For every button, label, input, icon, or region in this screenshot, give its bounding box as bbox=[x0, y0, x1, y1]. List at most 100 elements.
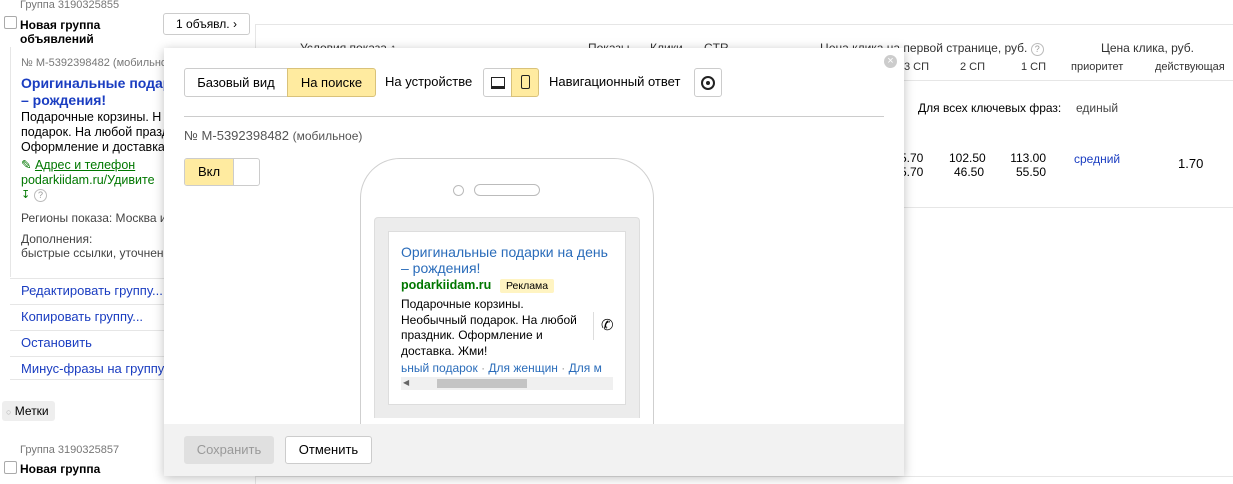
help-icon[interactable]: ? bbox=[34, 189, 47, 202]
preview-text-line: Необычный подарок. На любой bbox=[401, 312, 577, 327]
display-url: podarkiidam.ru/Удивите bbox=[21, 173, 155, 187]
preview-text-line: праздник. Оформление и bbox=[401, 328, 543, 342]
divider bbox=[255, 476, 1233, 477]
download-icon: ↧ bbox=[21, 189, 31, 201]
laptop-icon bbox=[490, 77, 505, 89]
ad-badge: Реклама bbox=[500, 279, 555, 293]
toggle-label: Вкл bbox=[185, 159, 234, 185]
tab-on-search[interactable]: На поиске bbox=[287, 68, 376, 97]
separator: · bbox=[561, 361, 566, 375]
ad-number-value: № M-5392398482 bbox=[184, 128, 290, 143]
group2-checkbox[interactable] bbox=[4, 461, 17, 474]
preview-title-line: Оригинальные подарки на день bbox=[401, 244, 608, 260]
nav-answer-label: Навигационный ответ bbox=[549, 74, 681, 89]
cell-value: 113.00 bbox=[1010, 151, 1046, 165]
chevron-right-icon: › bbox=[232, 17, 237, 31]
help-icon[interactable]: ? bbox=[1030, 43, 1044, 56]
cell-value: 55.50 bbox=[1015, 165, 1046, 179]
speaker-icon bbox=[474, 184, 540, 196]
ad-number: № M-5392398482 (мобильное) bbox=[184, 128, 362, 143]
divider bbox=[184, 116, 884, 117]
header-priority: приоритет bbox=[1071, 61, 1124, 73]
preview-text-line: доставка. Жми! bbox=[401, 343, 488, 358]
tags-label: Метки bbox=[14, 404, 49, 418]
on-off-toggle[interactable]: Вкл bbox=[184, 158, 260, 186]
menu-minus-phrases[interactable]: Минус-фразы на группу bbox=[10, 356, 165, 380]
device-desktop-button[interactable] bbox=[483, 68, 512, 97]
cell-sp1: 113.00 55.50 bbox=[1008, 151, 1046, 179]
sitelink[interactable]: ьный подарок bbox=[401, 361, 478, 375]
group-title[interactable]: Новая группа объявлений bbox=[20, 18, 100, 46]
group-checkbox[interactable] bbox=[4, 16, 17, 29]
header-sp2: 2 СП bbox=[960, 61, 986, 73]
close-icon[interactable]: × bbox=[884, 55, 897, 68]
tag-icon: ○ bbox=[6, 407, 12, 417]
menu-copy-group[interactable]: Копировать группу... bbox=[10, 304, 165, 328]
all-phrases-value[interactable]: единый bbox=[1076, 101, 1118, 115]
header-divider bbox=[904, 80, 1233, 81]
group2-title[interactable]: Новая группа bbox=[20, 462, 100, 476]
table-top-border bbox=[255, 24, 1233, 25]
additions-label: Дополнения: bbox=[21, 232, 93, 246]
group-title-line: Новая группа bbox=[20, 18, 101, 32]
header-effective: действующая bbox=[1155, 61, 1225, 73]
ad-preview-popup: × Базовый вид На поиске На устройстве На… bbox=[164, 48, 904, 476]
separator: · bbox=[481, 361, 486, 375]
address-link-label: Адрес и телефон bbox=[34, 158, 136, 172]
ad-text: Подарочные корзины. Н подарок. На любой … bbox=[21, 110, 169, 155]
regions: Регионы показа: Москва и bbox=[21, 211, 167, 225]
ad-type: (мобильное) bbox=[292, 129, 363, 143]
cell-value: 46.50 bbox=[953, 165, 984, 179]
address-link[interactable]: ✎ Адрес и телефон bbox=[21, 157, 135, 172]
target-icon bbox=[701, 76, 715, 90]
tags-button[interactable]: ○ Метки bbox=[2, 401, 55, 421]
divider bbox=[593, 312, 594, 340]
group-id: Группа 3190325855 bbox=[20, 0, 120, 11]
menu-edit-group[interactable]: Редактировать группу... bbox=[10, 278, 165, 302]
ad-id: № M-5392398482 (мобильное) bbox=[21, 57, 177, 69]
header-click-price: Цена клика, руб. bbox=[1101, 41, 1195, 55]
sitelink[interactable]: Для м bbox=[569, 361, 602, 375]
scroll-left-icon[interactable]: ◀ bbox=[403, 378, 409, 387]
preview-title-line: – рождения! bbox=[401, 260, 481, 276]
ad-preview-card: Оригинальные подарки на день – рождения!… bbox=[388, 231, 626, 405]
ad-text-line: подарок. На любой празд bbox=[21, 125, 169, 139]
group2-id: Группа 3190325857 bbox=[20, 444, 120, 456]
ad-text-line: Подарочные корзины. Н bbox=[21, 110, 162, 124]
pencil-icon: ✎ bbox=[21, 158, 32, 172]
preview-title[interactable]: Оригинальные подарки на день – рождения! bbox=[401, 244, 608, 276]
preview-text-line: Подарочные корзины. bbox=[401, 297, 524, 311]
additions-value: быстрые ссылки, уточнен bbox=[21, 246, 164, 260]
header-sp3: 3 СП bbox=[904, 61, 930, 73]
row-divider bbox=[904, 207, 1233, 208]
save-button[interactable]: Сохранить bbox=[184, 436, 274, 464]
cell-sp2: 102.50 46.50 bbox=[949, 151, 986, 179]
preview-domain[interactable]: podarkiidam.ru bbox=[401, 278, 491, 292]
ads-count-label: 1 объявл. bbox=[176, 17, 230, 31]
all-phrases-label: Для всех ключевых фраз: bbox=[918, 101, 1062, 115]
preview-text: Подарочные корзины. Необычный подарок. Н… bbox=[401, 297, 577, 359]
sitelink[interactable]: Для женщин bbox=[488, 361, 558, 375]
ads-count-button[interactable]: 1 объявл. › bbox=[163, 13, 250, 35]
scrollbar[interactable]: ◀ bbox=[401, 377, 613, 390]
popup-footer: Сохранить Отменить bbox=[164, 424, 904, 476]
device-mobile-button[interactable] bbox=[511, 68, 539, 97]
cell-effective: 1.70 bbox=[1178, 156, 1204, 171]
ad-title-line: – рождения! bbox=[21, 92, 107, 108]
ad-title[interactable]: Оригинальные подарк – рождения! bbox=[21, 75, 178, 109]
device-label: На устройстве bbox=[385, 74, 473, 89]
ad-text-line: Оформление и доставка bbox=[21, 140, 165, 154]
nav-answer-button[interactable] bbox=[694, 68, 722, 97]
menu-stop[interactable]: Остановить bbox=[10, 330, 165, 354]
tab-basic-view[interactable]: Базовый вид bbox=[184, 68, 288, 97]
cell-value: 102.50 bbox=[949, 151, 986, 165]
scroll-thumb[interactable] bbox=[437, 379, 527, 388]
camera-icon bbox=[453, 185, 464, 196]
cell-priority[interactable]: средний bbox=[1074, 152, 1120, 166]
phone-call-icon[interactable]: ✆ bbox=[601, 316, 614, 334]
cancel-button[interactable]: Отменить bbox=[285, 436, 372, 464]
phone-icon bbox=[520, 75, 530, 89]
preview-sitelinks: ьный подарок · Для женщин · Для м bbox=[401, 361, 613, 375]
group-title-line: объявлений bbox=[20, 32, 94, 46]
header-sp1: 1 СП bbox=[1021, 61, 1047, 73]
